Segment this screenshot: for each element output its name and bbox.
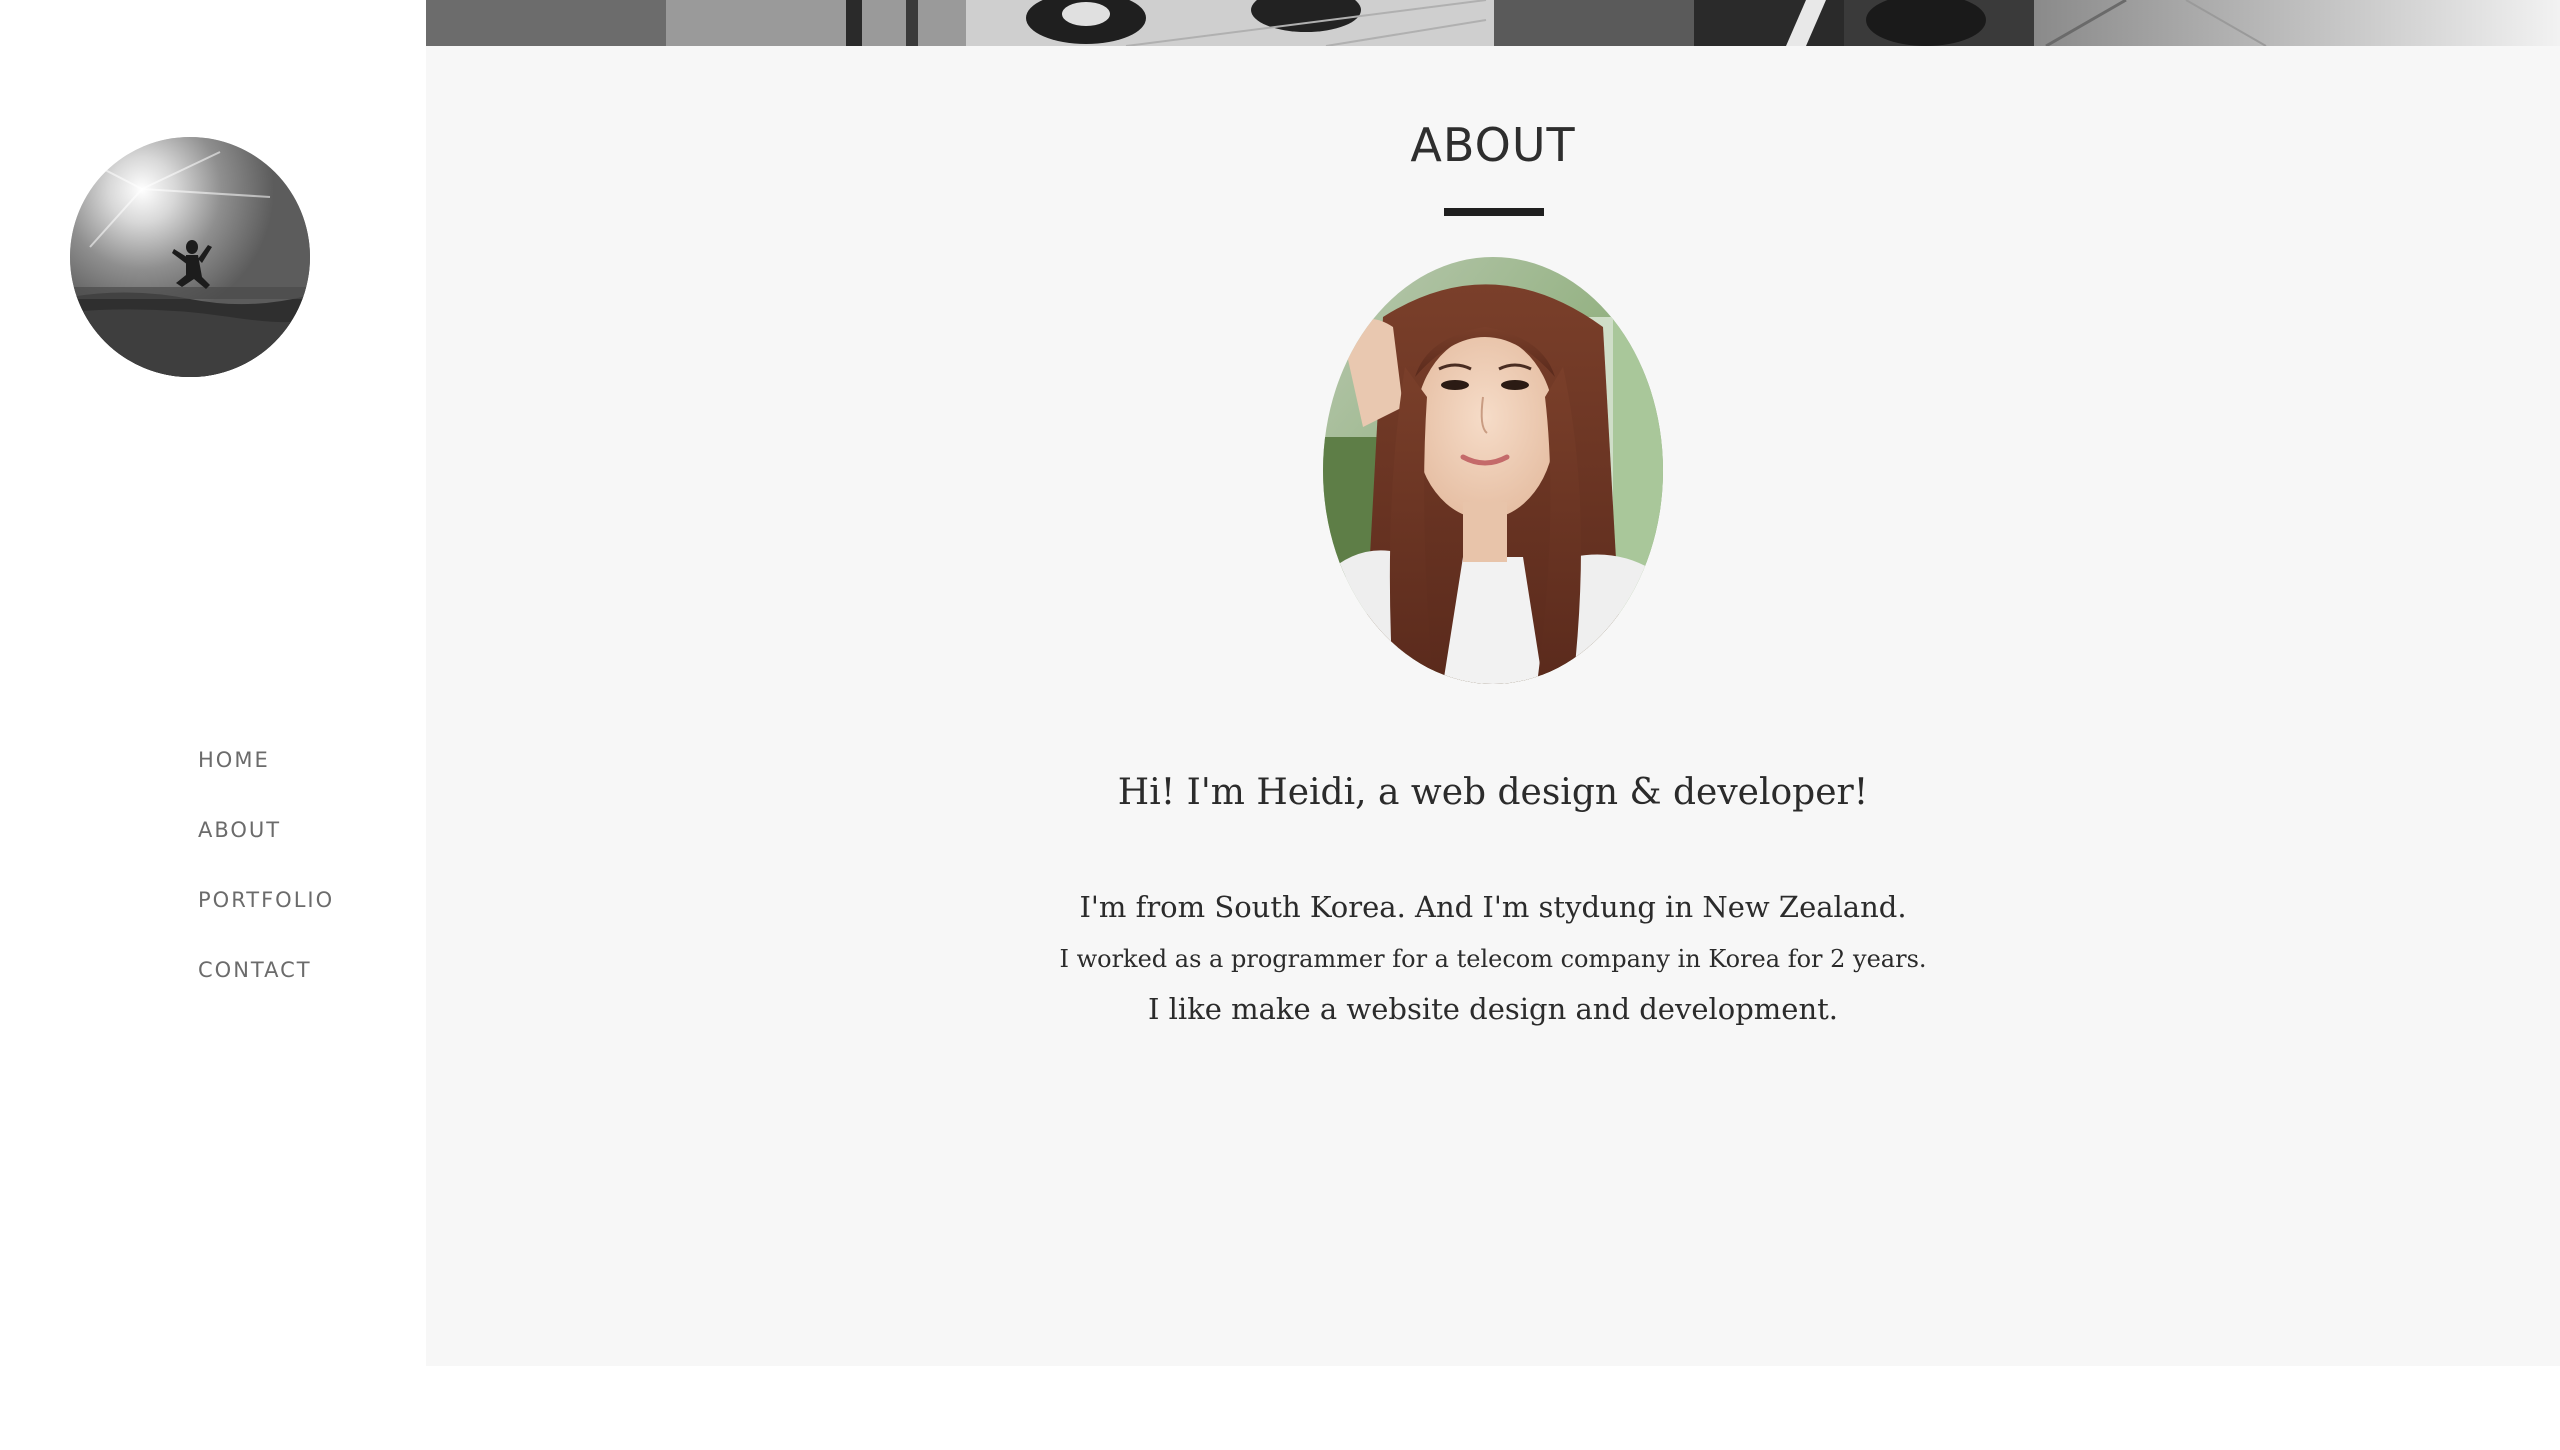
profile-photo [1323,257,1663,684]
intro-text-line: I'm from South Korea. And I'm stydung in… [1079,890,1907,924]
page-title: ABOUT [1410,118,1576,172]
sidebar: HOME ABOUT PORTFOLIO CONTACT [0,0,426,1450]
nav-item-about[interactable]: ABOUT [198,818,334,888]
intro-headline: Hi! I'm Heidi, a web design & developer! [1117,772,1869,813]
header-banner-image [426,0,2560,46]
main-nav: HOME ABOUT PORTFOLIO CONTACT [198,748,334,1028]
logo-avatar[interactable] [70,137,310,377]
intro-text-line: I like make a website design and develop… [1147,992,1839,1026]
nav-item-contact[interactable]: CONTACT [198,958,334,1028]
nav-item-home[interactable]: HOME [198,748,334,818]
title-divider [1444,208,1544,216]
nav-item-portfolio[interactable]: PORTFOLIO [198,888,334,958]
main-content: ABOUT Hi! I'm Heidi, a web design & deve… [426,0,2560,1366]
intro-text-line: I worked as a programmer for a telecom c… [1059,945,1927,973]
